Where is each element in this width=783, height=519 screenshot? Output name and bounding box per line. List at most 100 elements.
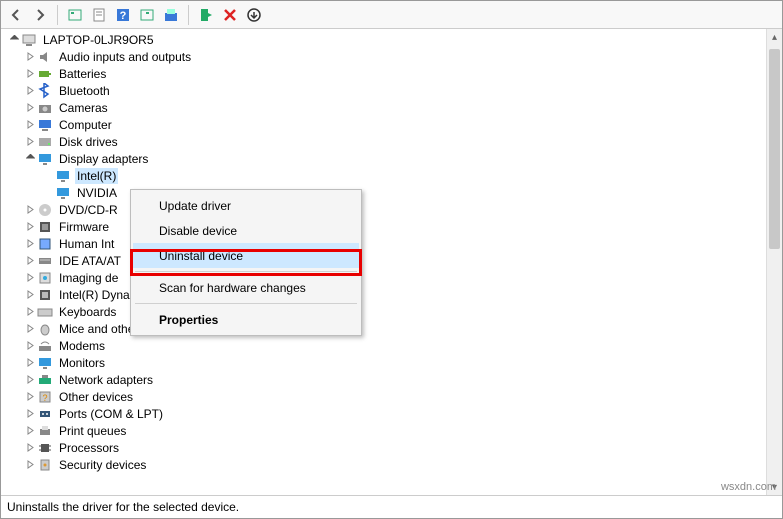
category-label: Imaging de	[57, 270, 120, 286]
menu-label: Uninstall device	[159, 249, 243, 263]
expand-icon[interactable]	[23, 424, 37, 438]
expand-icon[interactable]	[23, 407, 37, 421]
category-audio[interactable]: Audio inputs and outputs	[1, 48, 766, 65]
expand-icon[interactable]	[23, 322, 37, 336]
device-nvidia[interactable]: NVIDIA	[1, 184, 766, 201]
category-diskdrives[interactable]: Disk drives	[1, 133, 766, 150]
status-text: Uninstalls the driver for the selected d…	[7, 500, 239, 514]
mice-icon	[37, 321, 53, 337]
enable-device-toolbar-button[interactable]	[195, 4, 217, 26]
category-label: Bluetooth	[57, 83, 112, 99]
other-icon: ?	[37, 389, 53, 405]
category-printq[interactable]: Print queues	[1, 422, 766, 439]
tree-root[interactable]: LAPTOP-0LJR9OR5	[1, 31, 766, 48]
category-firmware[interactable]: Firmware	[1, 218, 766, 235]
human-icon	[37, 236, 53, 252]
category-label: Computer	[57, 117, 114, 133]
category-other[interactable]: ? Other devices	[1, 388, 766, 405]
expand-icon[interactable]	[23, 203, 37, 217]
menu-label: Disable device	[159, 224, 237, 238]
category-network[interactable]: Network adapters	[1, 371, 766, 388]
expand-icon[interactable]	[23, 67, 37, 81]
category-label: Modems	[57, 338, 107, 354]
menu-update[interactable]: Update driver	[133, 193, 359, 218]
bluetooth-icon	[37, 83, 53, 99]
computer-icon	[37, 117, 53, 133]
category-batteries[interactable]: Batteries	[1, 65, 766, 82]
security-icon	[37, 457, 53, 473]
dvdcd-icon	[37, 202, 53, 218]
category-ide[interactable]: IDE ATA/AT	[1, 252, 766, 269]
expand-icon[interactable]	[23, 84, 37, 98]
category-cameras[interactable]: Cameras	[1, 99, 766, 116]
expand-icon[interactable]	[23, 50, 37, 64]
audio-icon	[37, 49, 53, 65]
menu-label: Scan for hardware changes	[159, 281, 306, 295]
menu-props[interactable]: Properties	[133, 307, 359, 332]
processors-icon	[37, 440, 53, 456]
category-security[interactable]: Security devices	[1, 456, 766, 473]
category-mice[interactable]: Mice and other pointing devices	[1, 320, 766, 337]
imaging-icon	[37, 270, 53, 286]
show-hidden-button[interactable]	[64, 4, 86, 26]
expand-icon[interactable]	[23, 305, 37, 319]
ide-icon	[37, 253, 53, 269]
back-button[interactable]	[5, 4, 27, 26]
display-adapter-icon	[55, 185, 71, 201]
expand-icon[interactable]	[23, 220, 37, 234]
update-driver-toolbar-button[interactable]	[160, 4, 182, 26]
printq-icon	[37, 423, 53, 439]
category-bluetooth[interactable]: Bluetooth	[1, 82, 766, 99]
expand-icon[interactable]	[23, 390, 37, 404]
menu-label: Properties	[159, 313, 218, 327]
keyboards-icon	[37, 304, 53, 320]
down-arrow-toolbar-button[interactable]	[243, 4, 265, 26]
expand-icon[interactable]	[23, 254, 37, 268]
category-label: Print queues	[57, 423, 128, 439]
category-dptf[interactable]: Intel(R) Dynamic Platform and Thermal Fr…	[1, 286, 766, 303]
uninstall-toolbar-button[interactable]	[219, 4, 241, 26]
scroll-thumb[interactable]	[769, 49, 780, 249]
expand-icon[interactable]	[23, 356, 37, 370]
expand-icon[interactable]	[23, 101, 37, 115]
expand-icon[interactable]	[23, 373, 37, 387]
vertical-scrollbar[interactable]: ▴ ▾	[766, 29, 782, 495]
expand-icon[interactable]	[23, 237, 37, 251]
expand-icon[interactable]	[23, 339, 37, 353]
expand-icon[interactable]	[23, 135, 37, 149]
menu-scan[interactable]: Scan for hardware changes	[133, 275, 359, 300]
help-button[interactable]: ?	[112, 4, 134, 26]
category-label: Cameras	[57, 100, 110, 116]
forward-button[interactable]	[29, 4, 51, 26]
scan-hardware-toolbar-button[interactable]	[136, 4, 158, 26]
device-tree[interactable]: LAPTOP-0LJR9OR5 Audio inputs and outputs…	[1, 29, 766, 495]
device-manager-window: ? LAPTOP-0LJR9OR5 Audio inputs and outpu…	[0, 0, 783, 519]
category-human[interactable]: Human Int	[1, 235, 766, 252]
expand-icon[interactable]	[23, 152, 37, 166]
category-monitors[interactable]: Monitors	[1, 354, 766, 371]
category-display[interactable]: Display adapters	[1, 150, 766, 167]
expand-icon[interactable]	[23, 288, 37, 302]
menu-disable[interactable]: Disable device	[133, 218, 359, 243]
scroll-up-icon[interactable]: ▴	[767, 29, 782, 45]
expand-icon[interactable]	[7, 33, 21, 47]
category-ports[interactable]: Ports (COM & LPT)	[1, 405, 766, 422]
root-label: LAPTOP-0LJR9OR5	[41, 32, 156, 48]
expand-icon[interactable]	[23, 458, 37, 472]
display-icon	[37, 151, 53, 167]
expand-icon[interactable]	[23, 118, 37, 132]
menu-uninstall[interactable]: Uninstall device	[133, 243, 359, 268]
toolbar-sep	[57, 5, 58, 25]
category-label: Disk drives	[57, 134, 120, 150]
category-processors[interactable]: Processors	[1, 439, 766, 456]
category-keyboards[interactable]: Keyboards	[1, 303, 766, 320]
properties-toolbar-button[interactable]	[88, 4, 110, 26]
expand-icon[interactable]	[23, 271, 37, 285]
category-modems[interactable]: Modems	[1, 337, 766, 354]
expand-icon[interactable]	[23, 441, 37, 455]
category-computer[interactable]: Computer	[1, 116, 766, 133]
category-imaging[interactable]: Imaging de	[1, 269, 766, 286]
ports-icon	[37, 406, 53, 422]
device-intel[interactable]: Intel(R)	[1, 167, 766, 184]
category-dvdcd[interactable]: DVD/CD-R	[1, 201, 766, 218]
